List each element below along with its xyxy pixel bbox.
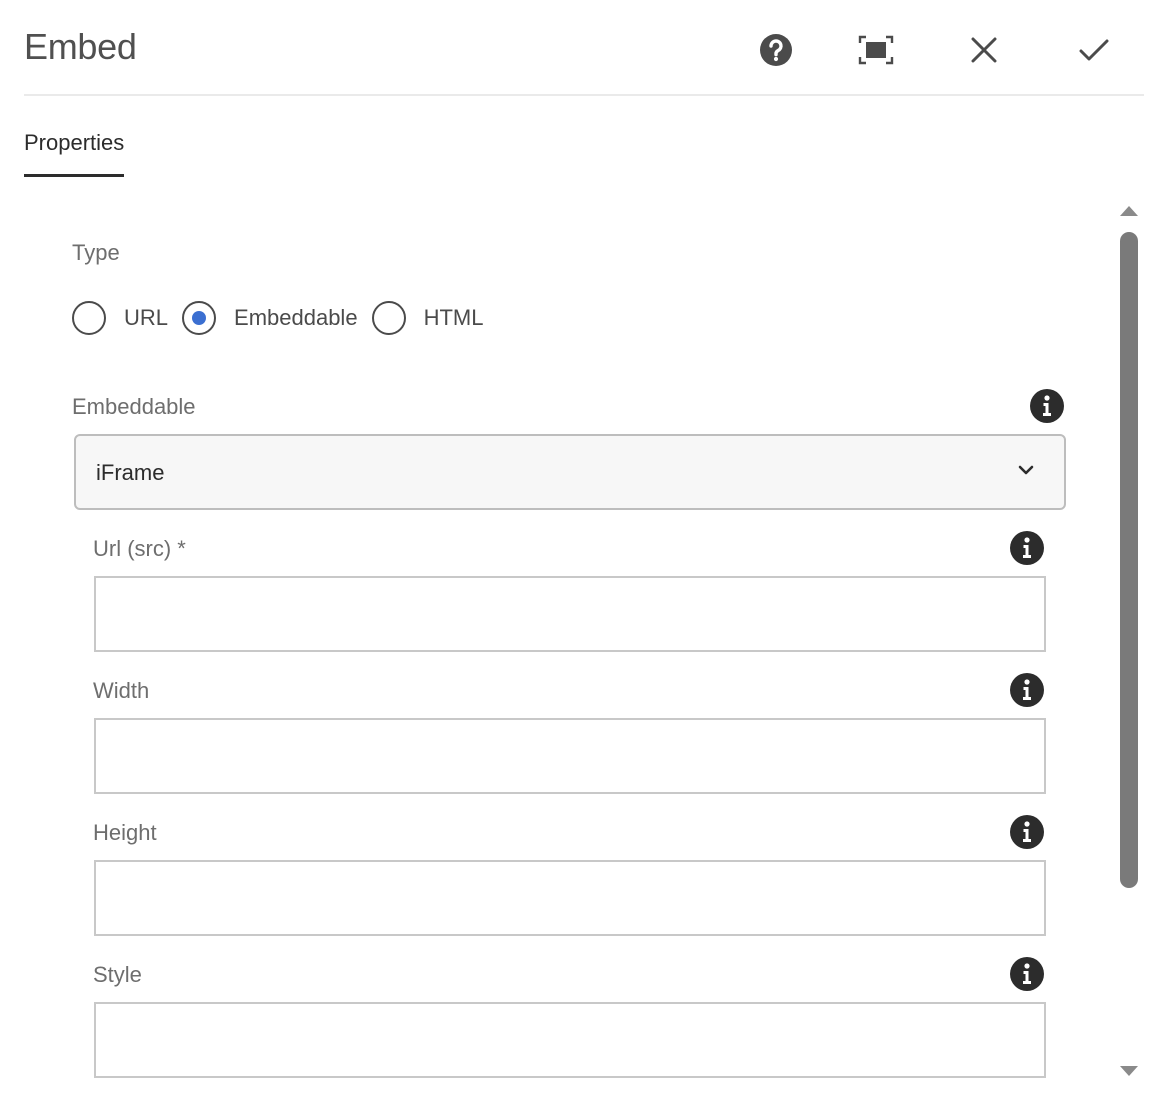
scroll-thumb[interactable]: [1120, 232, 1138, 888]
style-label: Style: [93, 962, 142, 987]
dialog-header: Embed: [24, 0, 1144, 96]
radio-html[interactable]: HTML: [371, 301, 484, 335]
embeddable-label: Embeddable: [72, 394, 196, 419]
radio-url[interactable]: URL: [72, 301, 168, 335]
dialog-title: Embed: [24, 26, 137, 67]
height-info-icon[interactable]: [1009, 814, 1045, 850]
panel-scrollbar[interactable]: [1116, 200, 1142, 1086]
radio-html-label[interactable]: HTML: [424, 305, 484, 331]
scroll-down-arrow-icon[interactable]: [1120, 1066, 1138, 1076]
radio-embeddable-label[interactable]: Embeddable: [234, 305, 358, 331]
width-label: Width: [93, 678, 150, 703]
url-input[interactable]: [94, 576, 1046, 652]
scroll-up-arrow-icon[interactable]: [1120, 206, 1138, 216]
help-button[interactable]: [754, 28, 798, 72]
type-label: Type: [72, 240, 120, 265]
url-label: Url (src) *: [93, 536, 186, 561]
height-label: Height: [93, 820, 157, 845]
radio-html-circle[interactable]: [371, 301, 406, 335]
radio-embeddable-circle[interactable]: [182, 301, 217, 335]
chevron-down-icon: [1018, 465, 1034, 475]
help-circle-icon: [760, 34, 792, 66]
fullscreen-icon: [858, 35, 894, 65]
checkmark-icon: [1079, 39, 1109, 61]
done-button[interactable]: [1072, 28, 1116, 72]
tab-properties[interactable]: Properties: [24, 130, 125, 177]
height-input[interactable]: [94, 860, 1046, 936]
fullscreen-button[interactable]: [854, 28, 898, 72]
embeddable-select[interactable]: iFrame: [74, 434, 1066, 510]
type-radio-group: URL Embeddable HTML: [72, 298, 497, 338]
width-input[interactable]: [94, 718, 1046, 794]
close-button[interactable]: [962, 28, 1006, 72]
embed-dialog: Embed Properties Type URL Embeddable HTM…: [0, 0, 1166, 1110]
style-info-icon[interactable]: [1009, 956, 1045, 992]
close-icon: [971, 37, 997, 63]
radio-embeddable[interactable]: Embeddable: [182, 301, 358, 335]
embeddable-info-icon[interactable]: [1029, 388, 1065, 424]
width-info-icon[interactable]: [1009, 672, 1045, 708]
style-input[interactable]: [94, 1002, 1046, 1078]
radio-url-label[interactable]: URL: [124, 305, 168, 331]
radio-url-circle[interactable]: [72, 301, 106, 335]
tab-list: Properties: [24, 130, 125, 177]
embeddable-select-value: iFrame: [96, 460, 165, 485]
url-info-icon[interactable]: [1009, 530, 1045, 566]
properties-panel: Type URL Embeddable HTML Embeddable iFra…: [0, 200, 1112, 1100]
